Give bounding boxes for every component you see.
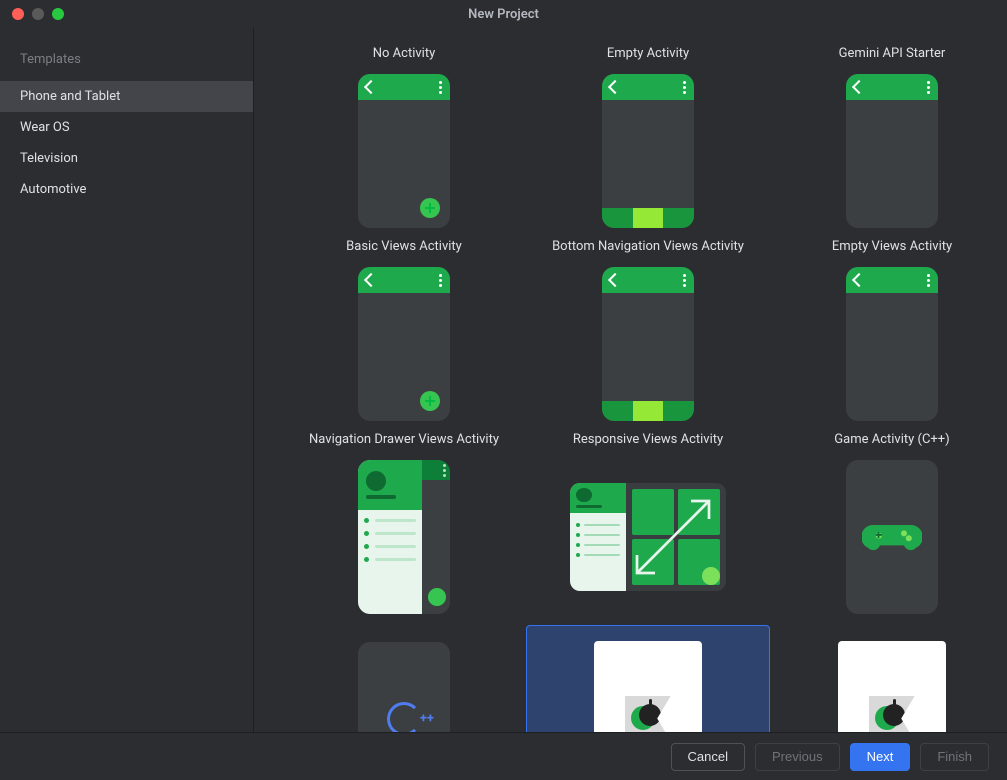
sidebar-item-phone-and-tablet[interactable]: Phone and Tablet [0, 81, 253, 112]
sidebar-item-automotive[interactable]: Automotive [0, 174, 253, 205]
fab-plus-icon [702, 567, 720, 585]
back-arrow-icon [852, 80, 866, 94]
template-navigation-drawer-views-activity[interactable]: Navigation Drawer Views Activity [282, 432, 526, 615]
new-project-window: New Project Templates Phone and Tablet W… [0, 0, 1007, 780]
next-button[interactable]: Next [850, 743, 911, 771]
sidebar-item-television[interactable]: Television [0, 143, 253, 174]
overflow-menu-icon [439, 81, 442, 94]
template-no-activity[interactable]: No Activity [282, 46, 526, 229]
template-gallery: No Activity Empty Activity [254, 28, 1007, 732]
dialog-body: Templates Phone and Tablet Wear OS Telev… [0, 28, 1007, 732]
template-responsive-views-activity[interactable]: Responsive Views Activity [526, 432, 770, 615]
templates-sidebar: Templates Phone and Tablet Wear OS Telev… [0, 28, 254, 732]
titlebar: New Project [0, 0, 1007, 28]
template-preview [770, 73, 1007, 229]
avatar-icon [366, 471, 386, 491]
previous-button: Previous [755, 743, 840, 771]
sidebar-heading: Templates [0, 46, 253, 81]
template-preview [282, 459, 526, 615]
template-preview [358, 642, 450, 733]
template-preview [526, 73, 770, 229]
avatar-icon [576, 488, 592, 502]
sidebar-item-wear-os[interactable]: Wear OS [0, 112, 253, 143]
template-empty-activity[interactable]: Empty Activity [526, 46, 770, 229]
bottom-nav-icon [602, 401, 694, 421]
overflow-menu-icon [683, 81, 686, 94]
window-title: New Project [0, 7, 1007, 22]
template-label: Gemini API Starter [839, 46, 946, 61]
template-kotlin-multiplatform-library[interactable]: Kotlin Multiplatform Library [770, 625, 1007, 732]
template-label: Responsive Views Activity [573, 432, 723, 447]
finish-button: Finish [920, 743, 989, 771]
template-preview [594, 641, 702, 733]
template-game-activity-cpp[interactable]: Game Activity (C++) [770, 432, 1007, 615]
template-basic-views-activity[interactable]: Basic Views Activity [282, 239, 526, 422]
overflow-menu-icon [439, 274, 442, 287]
back-arrow-icon [608, 273, 622, 287]
template-label: Empty Views Activity [832, 239, 952, 254]
template-preview [526, 459, 770, 615]
overflow-menu-icon [443, 464, 446, 477]
cpp-icon [387, 702, 421, 733]
template-label: No Activity [373, 46, 435, 61]
kmp-icon [625, 696, 671, 733]
template-label: Bottom Navigation Views Activity [552, 239, 744, 254]
gamepad-icon [862, 517, 922, 557]
template-empty-views-activity[interactable]: Empty Views Activity [770, 239, 1007, 422]
template-preview [770, 459, 1007, 615]
template-preview [282, 266, 526, 422]
template-preview [770, 266, 1007, 422]
back-arrow-icon [608, 80, 622, 94]
overflow-menu-icon [927, 274, 930, 287]
template-label: Empty Activity [607, 46, 689, 61]
back-arrow-icon [364, 273, 378, 287]
back-arrow-icon [852, 273, 866, 287]
overflow-menu-icon [683, 274, 686, 287]
template-label: Navigation Drawer Views Activity [309, 432, 499, 447]
dialog-footer: Cancel Previous Next Finish [0, 732, 1007, 780]
template-kotlin-multiplatform-app[interactable]: Kotlin Multiplatform App [526, 625, 770, 732]
overflow-menu-icon [927, 81, 930, 94]
back-arrow-icon [364, 80, 378, 94]
kmp-icon [869, 696, 915, 733]
fab-plus-icon [420, 391, 440, 411]
bottom-nav-icon [602, 208, 694, 228]
template-gemini-api-starter[interactable]: Gemini API Starter [770, 46, 1007, 229]
template-preview [838, 641, 946, 733]
template-preview [282, 73, 526, 229]
cancel-button[interactable]: Cancel [671, 743, 745, 771]
template-native-cpp[interactable]: Native C++ [282, 625, 526, 732]
fab-plus-icon [420, 198, 440, 218]
template-label: Basic Views Activity [346, 239, 462, 254]
fab-plus-icon [428, 588, 446, 606]
template-label: Game Activity (C++) [834, 432, 949, 447]
template-preview [526, 266, 770, 422]
template-bottom-navigation-views-activity[interactable]: Bottom Navigation Views Activity [526, 239, 770, 422]
